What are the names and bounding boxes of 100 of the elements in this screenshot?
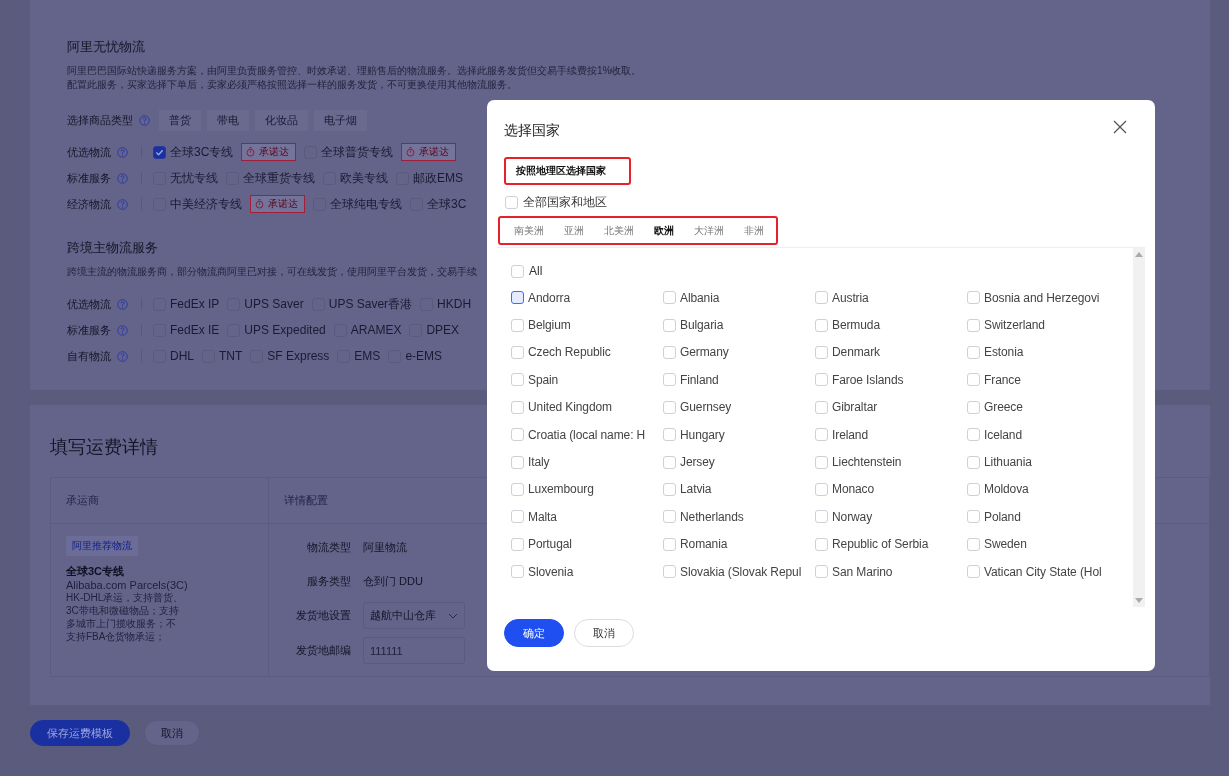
option-label: 全球纯电专线 xyxy=(330,195,402,213)
region-tab[interactable]: 亚洲 xyxy=(558,223,590,238)
category-chip[interactable]: 普货 xyxy=(159,109,201,131)
section-title: 跨境主物流服务 xyxy=(67,239,158,257)
promise-badge: 承诺达 xyxy=(401,143,457,161)
checkbox-label: All xyxy=(529,264,543,278)
option-label: 邮政EMS xyxy=(413,169,463,187)
region-tab[interactable]: 欧洲 xyxy=(648,223,680,238)
country-label: Slovakia (Slovak Repul xyxy=(680,564,802,579)
country-label: Bermuda xyxy=(832,318,880,333)
cancel-button[interactable]: 取消 xyxy=(144,720,200,746)
dialog-title: 选择国家 xyxy=(504,122,560,140)
country-label: Denmark xyxy=(832,345,880,360)
check-icon xyxy=(155,147,164,157)
save-button[interactable]: 保存运费模板 xyxy=(30,720,130,746)
checkbox[interactable] xyxy=(511,291,524,305)
country-label: Romania xyxy=(680,537,728,552)
category-chip[interactable]: 电子烟 xyxy=(314,109,367,131)
card-title: 填写运费详情 xyxy=(50,436,158,459)
chevron-down-icon xyxy=(448,612,458,619)
help-icon[interactable] xyxy=(117,146,128,158)
row-label: 优选物流 xyxy=(67,144,111,160)
help-icon[interactable] xyxy=(117,324,128,336)
row-label: 经济物流 xyxy=(67,196,111,212)
postcode-field[interactable]: 111111 xyxy=(363,637,465,664)
close-button[interactable] xyxy=(1113,120,1129,136)
help-icon[interactable] xyxy=(117,172,128,184)
help-icon[interactable] xyxy=(139,114,150,126)
confirm-button[interactable]: 确定 xyxy=(504,619,564,647)
country-label: Liechtenstein xyxy=(832,455,902,470)
country-label: Republic of Serbia xyxy=(832,537,929,552)
country-label: Albania xyxy=(680,290,720,305)
section-description: 阿里巴巴国际站快递服务方案，由阿里负责服务管控、时效承诺、理赔售后的物流服务。选择此服务发货但交易手续费按1%收取。 xyxy=(67,64,642,78)
help-icon[interactable] xyxy=(117,198,128,210)
country-label: United Kingdom xyxy=(528,400,612,415)
recommend-tag: 阿里推荐物流 xyxy=(66,536,138,556)
option-label: 中美经济专线 xyxy=(170,195,242,213)
section-title: 阿里无忧物流 xyxy=(67,38,145,56)
field-value: 阿里物流 xyxy=(363,540,408,555)
country-label: Vatican City State (Hol xyxy=(984,564,1102,579)
category-chip[interactable]: 带电 xyxy=(207,109,249,131)
row-label: 选择商品类型 xyxy=(67,112,133,128)
section-label: 按照地理区选择国家 xyxy=(516,164,606,178)
country-label: Austria xyxy=(832,290,869,305)
option-label: FedEx IP xyxy=(170,297,220,311)
country-label: Italy xyxy=(528,455,550,470)
option-label: FedEx IE xyxy=(170,323,220,337)
field-label: 服务类型 xyxy=(306,573,351,589)
country-label: San Marino xyxy=(832,564,893,579)
cancel-button[interactable]: 取消 xyxy=(574,619,634,647)
option-label: 全球重货专线 xyxy=(243,169,315,187)
row-label: 标准服务 xyxy=(67,170,111,186)
field-label: 发货地设置 xyxy=(295,608,351,623)
warehouse-select[interactable]: 越航中山仓库 xyxy=(363,602,465,629)
region-tab[interactable]: 非洲 xyxy=(738,223,770,238)
option-label: 全球普货专线 xyxy=(321,143,394,161)
country-label: Sweden xyxy=(984,537,1027,552)
scrollbar[interactable] xyxy=(1133,248,1145,607)
option-label: 无忧专线 xyxy=(170,169,218,187)
country-label: Estonia xyxy=(984,345,1024,360)
country-label: Jersey xyxy=(680,455,715,470)
help-icon[interactable] xyxy=(117,298,128,310)
stopwatch-icon xyxy=(255,199,264,209)
country-label: Hungary xyxy=(680,427,725,442)
country-label: Croatia (local name: H xyxy=(528,427,646,442)
country-label: Iceland xyxy=(984,427,1022,442)
scroll-up-icon[interactable] xyxy=(1135,252,1143,257)
option-label: DPEX xyxy=(426,323,460,337)
scroll-down-icon[interactable] xyxy=(1135,598,1143,603)
option-label: ARAMEX xyxy=(350,323,402,337)
stopwatch-icon xyxy=(406,147,416,157)
country-label: Norway xyxy=(832,509,873,524)
promise-badge: 承诺达 xyxy=(250,195,305,213)
carrier-name: 全球3C专线 xyxy=(66,564,125,579)
country-label: Ireland xyxy=(832,427,868,442)
country-label: Guernsey xyxy=(680,400,732,415)
country-label: France xyxy=(984,372,1021,387)
row-label: 标准服务 xyxy=(67,322,111,338)
country-label: Greece xyxy=(984,400,1023,415)
option-label: 全球3C xyxy=(427,195,467,213)
stopwatch-icon xyxy=(246,147,256,157)
checkbox[interactable] xyxy=(153,145,166,159)
carrier-service: Alibaba.com Parcels(3C) xyxy=(66,579,188,591)
region-tab[interactable]: 北美洲 xyxy=(598,223,640,238)
help-icon[interactable] xyxy=(117,350,128,362)
country-label: Faroe Islands xyxy=(832,372,904,387)
country-label: Netherlands xyxy=(680,509,744,524)
country-label: Belgium xyxy=(528,318,571,333)
promise-badge: 承诺达 xyxy=(241,143,297,161)
column-header: 承运商 xyxy=(66,493,99,508)
option-label: HKDH xyxy=(437,297,472,311)
field-value: 仓到门 DDU xyxy=(363,574,424,589)
country-label: Czech Republic xyxy=(528,345,611,360)
category-chip[interactable]: 化妆品 xyxy=(255,109,308,131)
field-label: 发货地邮编 xyxy=(295,643,351,658)
country-label: Lithuania xyxy=(984,455,1032,470)
region-tab[interactable]: 大洋洲 xyxy=(688,223,730,238)
option-label: SF Express xyxy=(267,349,330,363)
region-tab[interactable]: 南美洲 xyxy=(508,223,550,238)
row-label: 优选物流 xyxy=(67,296,111,312)
